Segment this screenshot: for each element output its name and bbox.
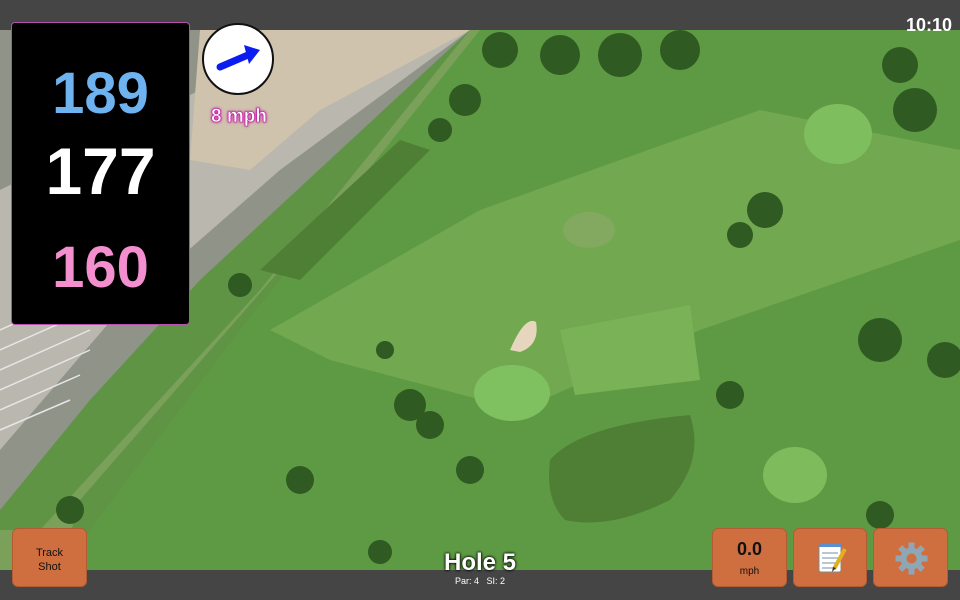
gear-icon [895, 542, 928, 575]
hole-details: Par: 4 SI: 2 [380, 576, 580, 586]
track-shot-label-line1: Track [35, 547, 64, 559]
wind-arrow-icon [216, 45, 260, 71]
notes-button[interactable] [793, 528, 867, 587]
settings-button[interactable] [873, 528, 948, 587]
notepad-icon [818, 543, 847, 573]
clock: 10:10 [905, 15, 952, 35]
green-far [804, 104, 872, 164]
yardage-panel: 189 177 160 [11, 22, 190, 325]
track-shot-label-line2: Shot [38, 561, 61, 573]
green-lower [763, 447, 827, 503]
wind-dial [202, 23, 274, 95]
front-yardage: 160 [52, 235, 149, 300]
speed-unit: mph [739, 566, 760, 577]
wind-speed-label: 8 mph [211, 106, 268, 128]
middle-yardage: 177 [45, 134, 156, 208]
stroke-index-label: SI: 2 [486, 576, 506, 586]
track-shot-button[interactable]: Track Shot [12, 528, 87, 587]
hole-title: Hole 5 [443, 549, 517, 576]
speed-button[interactable]: 0.0 mph [712, 528, 787, 587]
mound [563, 212, 615, 248]
green-5 [474, 365, 550, 421]
par-label: Par: 4 [454, 576, 479, 586]
back-yardage: 189 [52, 61, 149, 126]
speed-value: 0.0 [736, 539, 763, 559]
